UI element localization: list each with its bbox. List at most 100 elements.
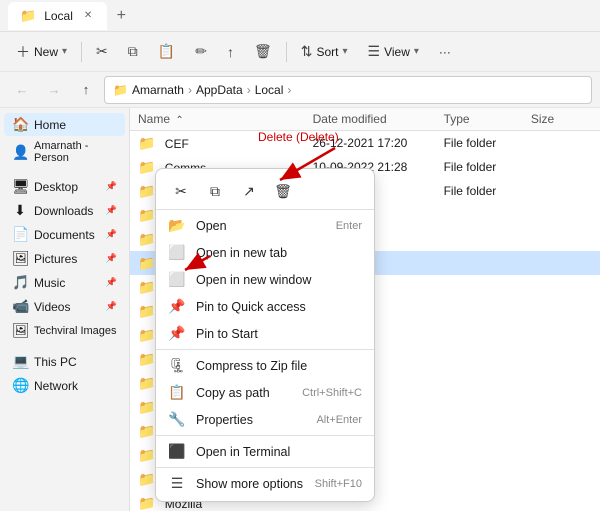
context-menu-item[interactable]: ⬛ Open in Terminal bbox=[156, 438, 374, 465]
sort-button[interactable]: ⇅ Sort ▾ bbox=[293, 39, 356, 64]
sidebar-item-documents[interactable]: 📄 Documents 📌 bbox=[4, 223, 125, 246]
folder-icon: 📁 bbox=[138, 279, 155, 295]
ctx-item-label: Compress to Zip file bbox=[196, 359, 362, 373]
ctx-item-icon: ☰ bbox=[168, 475, 186, 492]
context-menu-item[interactable]: ⬜ Open in new window bbox=[156, 266, 374, 293]
context-menu-item[interactable]: 📌 Pin to Start bbox=[156, 320, 374, 347]
file-row[interactable]: 📁 CEF 26-12-2021 17:20 File folder bbox=[130, 131, 600, 155]
rename-button[interactable]: ✏ bbox=[187, 39, 215, 64]
sidebar-item-pictures-label: Pictures bbox=[34, 252, 77, 266]
close-tab-button[interactable]: ✕ bbox=[81, 9, 95, 22]
paste-button[interactable]: 📋 bbox=[150, 39, 183, 64]
downloads-icon: ⬇ bbox=[12, 202, 28, 219]
new-button[interactable]: ＋ New ▾ bbox=[8, 38, 75, 66]
ctx-copy-button[interactable]: ⧉ bbox=[200, 177, 230, 205]
ctx-cut-icon: ✂ bbox=[175, 183, 187, 200]
ctx-item-shortcut: Shift+F10 bbox=[315, 478, 362, 490]
context-menu-item[interactable]: ☰ Show more options Shift+F10 bbox=[156, 470, 374, 497]
copy-button[interactable]: ⧉ bbox=[120, 39, 146, 64]
breadcrumb[interactable]: 📁 Amarnath › AppData › Local › bbox=[104, 76, 592, 104]
sidebar-item-videos-label: Videos bbox=[34, 300, 70, 314]
ctx-share-icon: ↗ bbox=[243, 183, 255, 200]
desktop-icon: 🖥 bbox=[12, 178, 28, 195]
folder-icon: 📁 bbox=[138, 423, 155, 439]
sidebar-item-thispc[interactable]: 💻 This PC bbox=[4, 350, 125, 373]
context-menu-item[interactable]: 📋 Copy as path Ctrl+Shift+C bbox=[156, 379, 374, 406]
ctx-share-button[interactable]: ↗ bbox=[234, 177, 264, 205]
ctx-item-label: Show more options bbox=[196, 477, 305, 491]
breadcrumb-part-3: Local bbox=[255, 83, 284, 97]
sidebar-item-home-label: Home bbox=[34, 118, 66, 132]
folder-icon: 📁 bbox=[138, 207, 155, 223]
folder-icon: 📁 bbox=[138, 183, 155, 199]
address-bar: ← → ↑ 📁 Amarnath › AppData › Local › bbox=[0, 72, 600, 108]
folder-icon: 📁 bbox=[138, 495, 155, 511]
delete-icon: 🗑 bbox=[254, 43, 272, 60]
new-icon: ＋ bbox=[16, 42, 30, 62]
file-type: File folder bbox=[444, 160, 531, 174]
sidebar-item-pictures[interactable]: 🖼 Pictures 📌 bbox=[4, 247, 125, 270]
breadcrumb-folder-icon: 📁 bbox=[113, 83, 128, 97]
sidebar-item-network-label: Network bbox=[34, 379, 78, 393]
pin-icon-4: 📌 bbox=[106, 253, 117, 264]
file-date: 26-12-2021 17:20 bbox=[313, 136, 444, 150]
ctx-delete-icon: 🗑 bbox=[274, 183, 292, 200]
context-menu-item[interactable]: 🗜 Compress to Zip file bbox=[156, 352, 374, 379]
pin-icon-2: 📌 bbox=[106, 205, 117, 216]
view-button[interactable]: ☰ View ▾ bbox=[360, 39, 427, 64]
col-name-header: Name ⌃ bbox=[138, 112, 313, 126]
folder-icon: 📁 bbox=[138, 351, 155, 367]
sidebar-item-desktop-label: Desktop bbox=[34, 180, 78, 194]
ctx-copy-icon: ⧉ bbox=[210, 183, 220, 200]
ctx-delete-button[interactable]: 🗑 bbox=[268, 177, 298, 205]
folder-icon: 📁 bbox=[138, 231, 155, 247]
context-menu-separator bbox=[156, 349, 374, 350]
user-icon: 👤 bbox=[12, 144, 28, 161]
back-button[interactable]: ← bbox=[8, 76, 36, 104]
title-bar: 📁 Local ✕ + bbox=[0, 0, 600, 32]
ctx-cut-button[interactable]: ✂ bbox=[166, 177, 196, 205]
pin-icon-5: 📌 bbox=[106, 277, 117, 288]
sidebar-item-music[interactable]: 🎵 Music 📌 bbox=[4, 271, 125, 294]
file-type: File folder bbox=[444, 136, 531, 150]
share-icon: ↑ bbox=[227, 44, 234, 60]
sidebar-item-videos[interactable]: 📹 Videos 📌 bbox=[4, 295, 125, 318]
thispc-icon: 💻 bbox=[12, 353, 28, 370]
sidebar-item-techviral[interactable]: 🖼 Techviral Images bbox=[4, 319, 125, 342]
ctx-item-icon: ⬜ bbox=[168, 244, 186, 261]
forward-button[interactable]: → bbox=[40, 76, 68, 104]
sidebar-item-documents-label: Documents bbox=[34, 228, 95, 242]
folder-icon: 📁 bbox=[138, 255, 155, 271]
context-menu-item[interactable]: 🔧 Properties Alt+Enter bbox=[156, 406, 374, 433]
breadcrumb-sep-3: › bbox=[287, 83, 291, 97]
pin-icon: 📌 bbox=[106, 181, 117, 192]
sidebar-item-downloads[interactable]: ⬇ Downloads 📌 bbox=[4, 199, 125, 222]
context-menu-item[interactable]: 📂 Open Enter bbox=[156, 212, 374, 239]
breadcrumb-sep-1: › bbox=[188, 83, 192, 97]
sidebar-item-home[interactable]: 🏠 Home bbox=[4, 113, 125, 136]
view-icon: ☰ bbox=[368, 43, 381, 60]
ctx-item-label: Pin to Quick access bbox=[196, 300, 362, 314]
new-tab-button[interactable]: + bbox=[107, 2, 135, 30]
sidebar-item-downloads-label: Downloads bbox=[34, 204, 93, 218]
ctx-item-shortcut: Enter bbox=[336, 220, 362, 232]
context-menu-item[interactable]: ⬜ Open in new tab bbox=[156, 239, 374, 266]
ctx-item-icon: ⬛ bbox=[168, 443, 186, 460]
file-type: File folder bbox=[444, 184, 531, 198]
sidebar-item-amarnath[interactable]: 👤 Amarnath - Person bbox=[4, 137, 125, 167]
file-list-header: Name ⌃ Date modified Type Size bbox=[130, 108, 600, 131]
ctx-item-label: Properties bbox=[196, 413, 306, 427]
tab-local[interactable]: 📁 Local ✕ bbox=[8, 2, 107, 30]
folder-icon: 📁 bbox=[138, 159, 155, 175]
sidebar-item-desktop[interactable]: 🖥 Desktop 📌 bbox=[4, 175, 125, 198]
up-button[interactable]: ↑ bbox=[72, 76, 100, 104]
col-size-header: Size bbox=[531, 112, 592, 126]
home-icon: 🏠 bbox=[12, 116, 28, 133]
ctx-item-icon: 🗜 bbox=[168, 357, 186, 374]
context-menu-item[interactable]: 📌 Pin to Quick access bbox=[156, 293, 374, 320]
more-button[interactable]: ··· bbox=[431, 41, 459, 63]
cut-button[interactable]: ✂ bbox=[88, 39, 116, 64]
sidebar-item-network[interactable]: 🌐 Network bbox=[4, 374, 125, 397]
delete-button[interactable]: 🗑 bbox=[246, 39, 280, 64]
share-button[interactable]: ↑ bbox=[219, 40, 242, 64]
